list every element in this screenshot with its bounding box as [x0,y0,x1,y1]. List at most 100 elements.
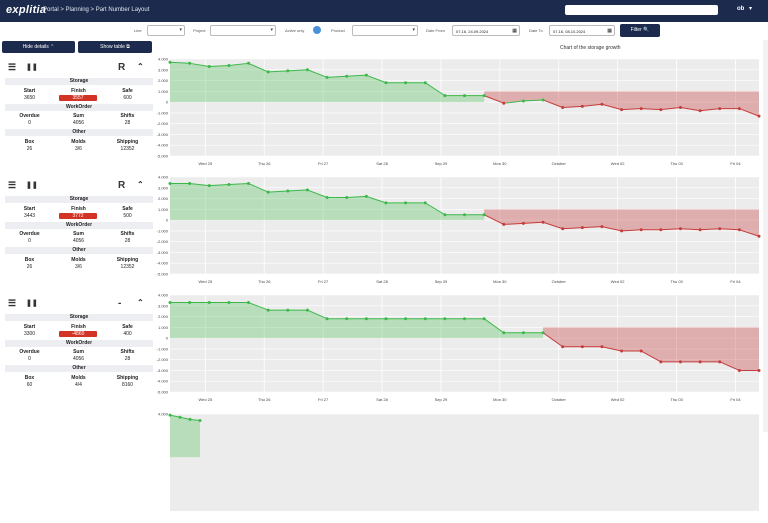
data-point [718,360,722,364]
data-point [698,360,702,364]
y-tick-label: 0 [166,100,169,105]
collapse-icon[interactable]: ⌃ [137,62,144,71]
pause-icon[interactable]: ❚❚ [26,299,38,307]
chevron-down-icon[interactable]: ▾ [749,5,752,12]
hide-details-button[interactable]: Hide details ⌃ [2,41,75,53]
chart-title: Chart of the storage growth [560,45,621,51]
collapse-icon[interactable]: ⌃ [137,298,144,307]
active-only-toggle[interactable] [313,26,321,34]
storage-chart[interactable]: 4.000 3.000 2.000 1.000 0 -1.000 -2.000 -3.000 -… [155,55,763,168]
line-label: Line [134,28,142,33]
x-tick-label: Sep 29 [435,397,448,402]
shipping-label: Shipping [116,375,139,381]
x-tick-label: Sep 29 [435,161,448,166]
safe-label: Safe [122,324,133,330]
data-point [718,107,722,111]
product-select[interactable]: ▾ [352,25,418,36]
finish-value: 3772 [59,213,97,219]
y-tick-label: 2.000 [158,314,169,319]
chevron-down-icon: ▾ [179,27,182,33]
y-tick-label: -5.000 [157,154,169,159]
app-logo[interactable]: explitia [6,4,46,16]
y-tick-label: 2.000 [158,78,169,83]
data-point [463,94,466,98]
data-point [463,317,466,321]
data-point [502,222,506,226]
global-search-input[interactable] [565,5,718,15]
x-tick-label: October [552,279,567,284]
date-from-input[interactable]: 07.16, 24.09.2024 ▦ [452,25,520,36]
data-point [482,317,486,321]
data-point [384,317,388,321]
sum-label: Sum [73,231,84,237]
pause-icon[interactable]: ❚❚ [26,63,38,71]
list-icon[interactable]: ☰ [8,298,16,309]
project-select[interactable]: ▾ [210,25,276,36]
date-to-value: 07.16, 08.10.2024 [553,29,586,34]
sum-label: Sum [73,349,84,355]
box-label: Box [24,375,35,381]
overdue-value: 0 [28,238,31,244]
data-point [541,331,545,335]
data-point [178,415,182,419]
data-point [561,106,565,109]
breadcrumb[interactable]: Portal > Planning > Part Number Layout [43,7,149,13]
molds-value: 3/6 [75,264,82,270]
y-tick-label: -2.000 [157,239,169,244]
start-value: 3650 [23,95,36,101]
data-point [521,221,525,225]
line-select[interactable]: ▾ [147,25,185,36]
y-tick-label: 4.000 [158,412,169,417]
data-point [502,331,506,335]
date-to-input[interactable]: 07.16, 08.10.2024 ▦ [549,25,615,36]
data-point [541,98,545,102]
data-point [325,195,329,199]
storage-chart[interactable]: 4.000 3.000 2.000 1.000 0 -1.000 -2.000 -3.000 -… [155,291,763,404]
x-tick-label: Fri 27 [318,161,329,166]
storage-chart[interactable]: 4.000 [155,410,763,523]
workorder-header: WorkOrder [5,340,153,347]
list-icon[interactable]: ☰ [8,180,16,191]
filter-button[interactable]: Filter 🔍 [620,24,660,37]
part-panel: ☰ ❚❚ R ⌃ Storage Start Finish Safe 3650 3557 600 Wo… [0,54,160,170]
y-tick-label: -1.000 [157,228,169,233]
data-point [698,109,702,113]
show-table-button[interactable]: Show table ⧉ [78,41,152,53]
page-scrollbar[interactable] [763,40,768,432]
data-point [207,65,211,69]
project-label: Project [193,28,206,33]
y-tick-label: 2.000 [158,196,169,201]
data-point [286,189,290,193]
chevron-down-icon: ▾ [270,27,273,33]
list-icon[interactable]: ☰ [8,62,16,73]
positive-area [170,415,200,458]
status-letter: - [118,298,122,309]
y-tick-label: -4.000 [157,379,169,384]
x-tick-label: Sat 28 [376,161,388,166]
data-point [168,413,172,417]
data-point [207,301,211,305]
x-tick-label: Wed 02 [611,279,625,284]
status-letter: R [118,62,126,73]
shipping-value: 12352 [120,146,135,152]
start-label: Start [23,88,36,94]
y-tick-label: 0 [166,218,169,223]
x-tick-label: October [552,397,567,402]
storage-chart[interactable]: 4.000 3.000 2.000 1.000 0 -1.000 -2.000 -3.000 -… [155,173,763,286]
data-point [286,308,290,312]
top-bar: explitia Portal > Planning > Part Number… [0,0,768,22]
y-tick-label: -2.000 [157,121,169,126]
y-tick-label: -2.000 [157,357,169,362]
part-panel: ☰ ❚❚ R ⌃ Storage Start Finish Safe 3443 3772 500 Wo… [0,172,160,288]
x-tick-label: October [552,161,567,166]
shipping-label: Shipping [116,139,139,145]
y-tick-label: 0 [166,336,169,341]
pause-icon[interactable]: ❚❚ [26,181,38,189]
data-point [423,317,427,321]
data-point [678,227,682,231]
collapse-icon[interactable]: ⌃ [137,180,144,189]
user-avatar[interactable]: ob [737,6,744,12]
data-point [404,81,408,85]
calendar-icon[interactable]: ▦ [512,28,517,34]
calendar-icon[interactable]: ▦ [607,28,612,34]
